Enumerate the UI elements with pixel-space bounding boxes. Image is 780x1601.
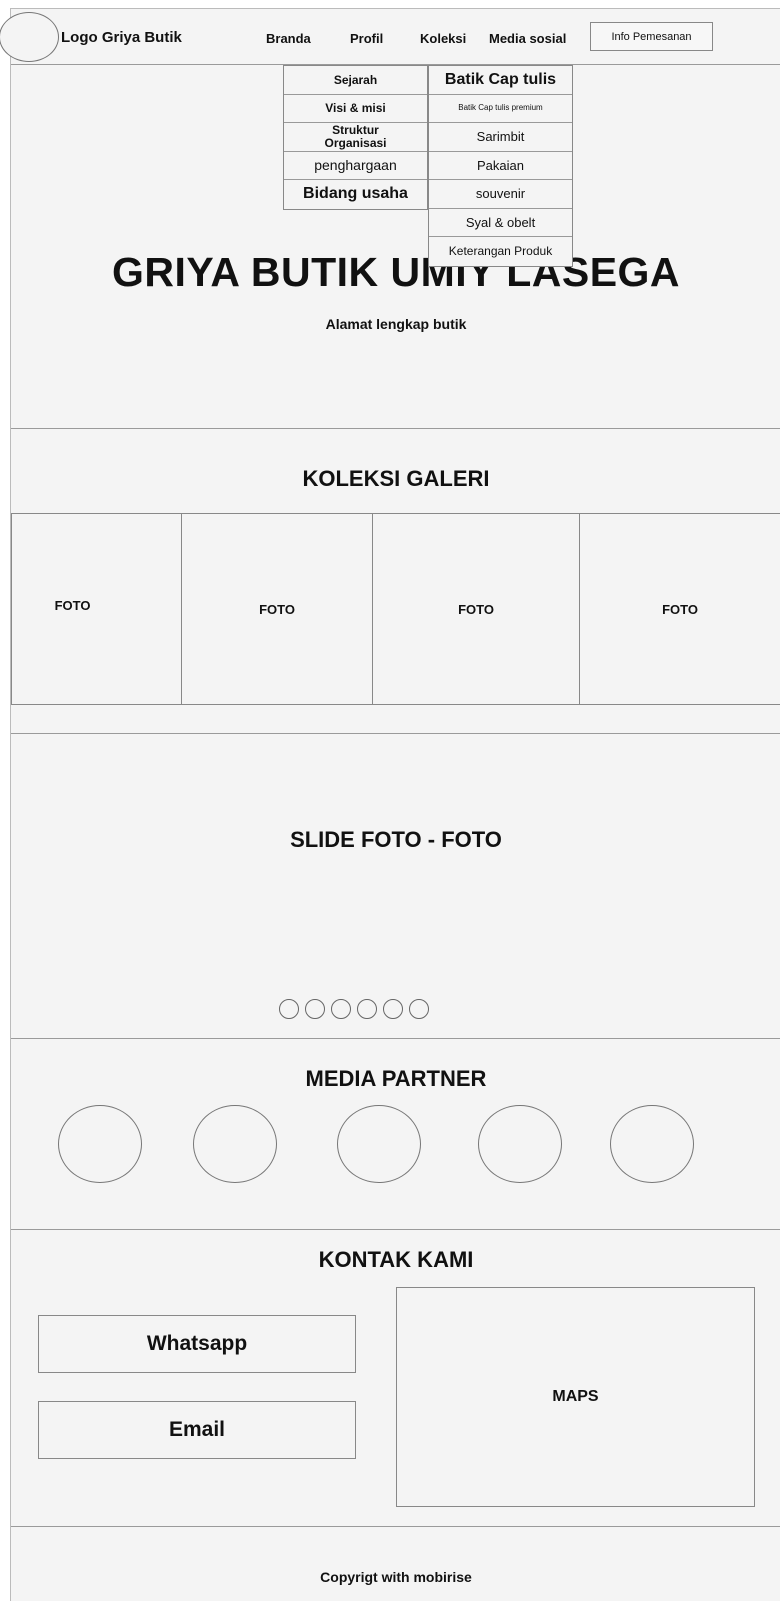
footer-copyright: Copyrigt with mobirise [320,1569,472,1585]
email-button[interactable]: Email [38,1401,356,1459]
slider-dot-5[interactable] [383,999,403,1019]
hero-subtitle: Alamat lengkap butik [325,316,467,332]
gallery-photo-label: FOTO [458,601,494,617]
info-pemesanan-button[interactable]: Info Pemesanan [590,22,713,51]
slider-dot-6[interactable] [409,999,429,1019]
maps-embed[interactable]: MAPS [396,1287,755,1507]
contact-divider [11,1526,780,1527]
partner-logo-4[interactable] [478,1105,562,1183]
partners-divider [11,1229,780,1230]
profil-dropdown: Sejarah Visi & misi Struktur Organisasi … [283,65,428,210]
gallery-photo-1[interactable]: FOTO [11,513,182,705]
slider-dot-4[interactable] [357,999,377,1019]
partner-logo-1[interactable] [58,1105,142,1183]
partner-logo-5[interactable] [610,1105,694,1183]
gallery-photo-label: FOTO [54,597,91,613]
nav-koleksi[interactable]: Koleksi [420,31,466,46]
menu-item-bidang-usaha[interactable]: Bidang usaha [284,180,427,209]
slider-dot-2[interactable] [305,999,325,1019]
menu-item-sarimbit[interactable]: Sarimbit [429,123,572,152]
menu-item-souvenir[interactable]: souvenir [429,180,572,209]
hero-divider [11,428,780,429]
menu-item-sejarah[interactable]: Sejarah [284,66,427,95]
menu-item-batik-cap-tulis[interactable]: Batik Cap tulis [429,66,572,95]
logo-text[interactable]: Logo Griya Butik [61,29,182,46]
hero-title: GRIYA BUTIK UMIY LASEGA [111,249,681,295]
partner-logo-3[interactable] [337,1105,421,1183]
slider-divider [11,1038,780,1039]
slider-title: SLIDE FOTO - FOTO [290,827,502,852]
gallery-photo-4[interactable]: FOTO [579,513,780,705]
page: Logo Griya Butik Branda Profil Koleksi M… [0,8,780,1601]
gallery-photo-label: FOTO [259,601,295,617]
gallery-photo-3[interactable]: FOTO [372,513,580,705]
gallery-photo-2[interactable]: FOTO [181,513,373,705]
whatsapp-button[interactable]: Whatsapp [38,1315,356,1373]
contact-title: KONTAK KAMI [318,1247,474,1272]
nav-profil[interactable]: Profil [350,31,383,46]
gallery-photo-label: FOTO [662,601,698,617]
menu-item-visi-misi[interactable]: Visi & misi [284,95,427,123]
menu-item-batik-premium[interactable]: Batik Cap tulis premium [429,95,572,123]
menu-item-keterangan-produk[interactable]: Keterangan Produk [429,237,572,266]
koleksi-dropdown: Batik Cap tulis Batik Cap tulis premium … [428,65,573,267]
partner-logo-2[interactable] [193,1105,277,1183]
logo-circle[interactable] [0,12,59,62]
partners-title: MEDIA PARTNER [305,1066,487,1091]
gallery-divider [11,733,780,734]
slider-dot-3[interactable] [331,999,351,1019]
nav-branda[interactable]: Branda [266,31,311,46]
gallery-title: KOLEKSI GALERI [302,466,490,491]
menu-item-syal-obelt[interactable]: Syal & obelt [429,209,572,237]
menu-item-pakaian[interactable]: Pakaian [429,152,572,180]
menu-item-struktur-organisasi[interactable]: Struktur Organisasi [284,123,427,152]
menu-item-penghargaan[interactable]: penghargaan [284,152,427,180]
slider-dot-1[interactable] [279,999,299,1019]
nav-media-sosial[interactable]: Media sosial [489,31,566,46]
